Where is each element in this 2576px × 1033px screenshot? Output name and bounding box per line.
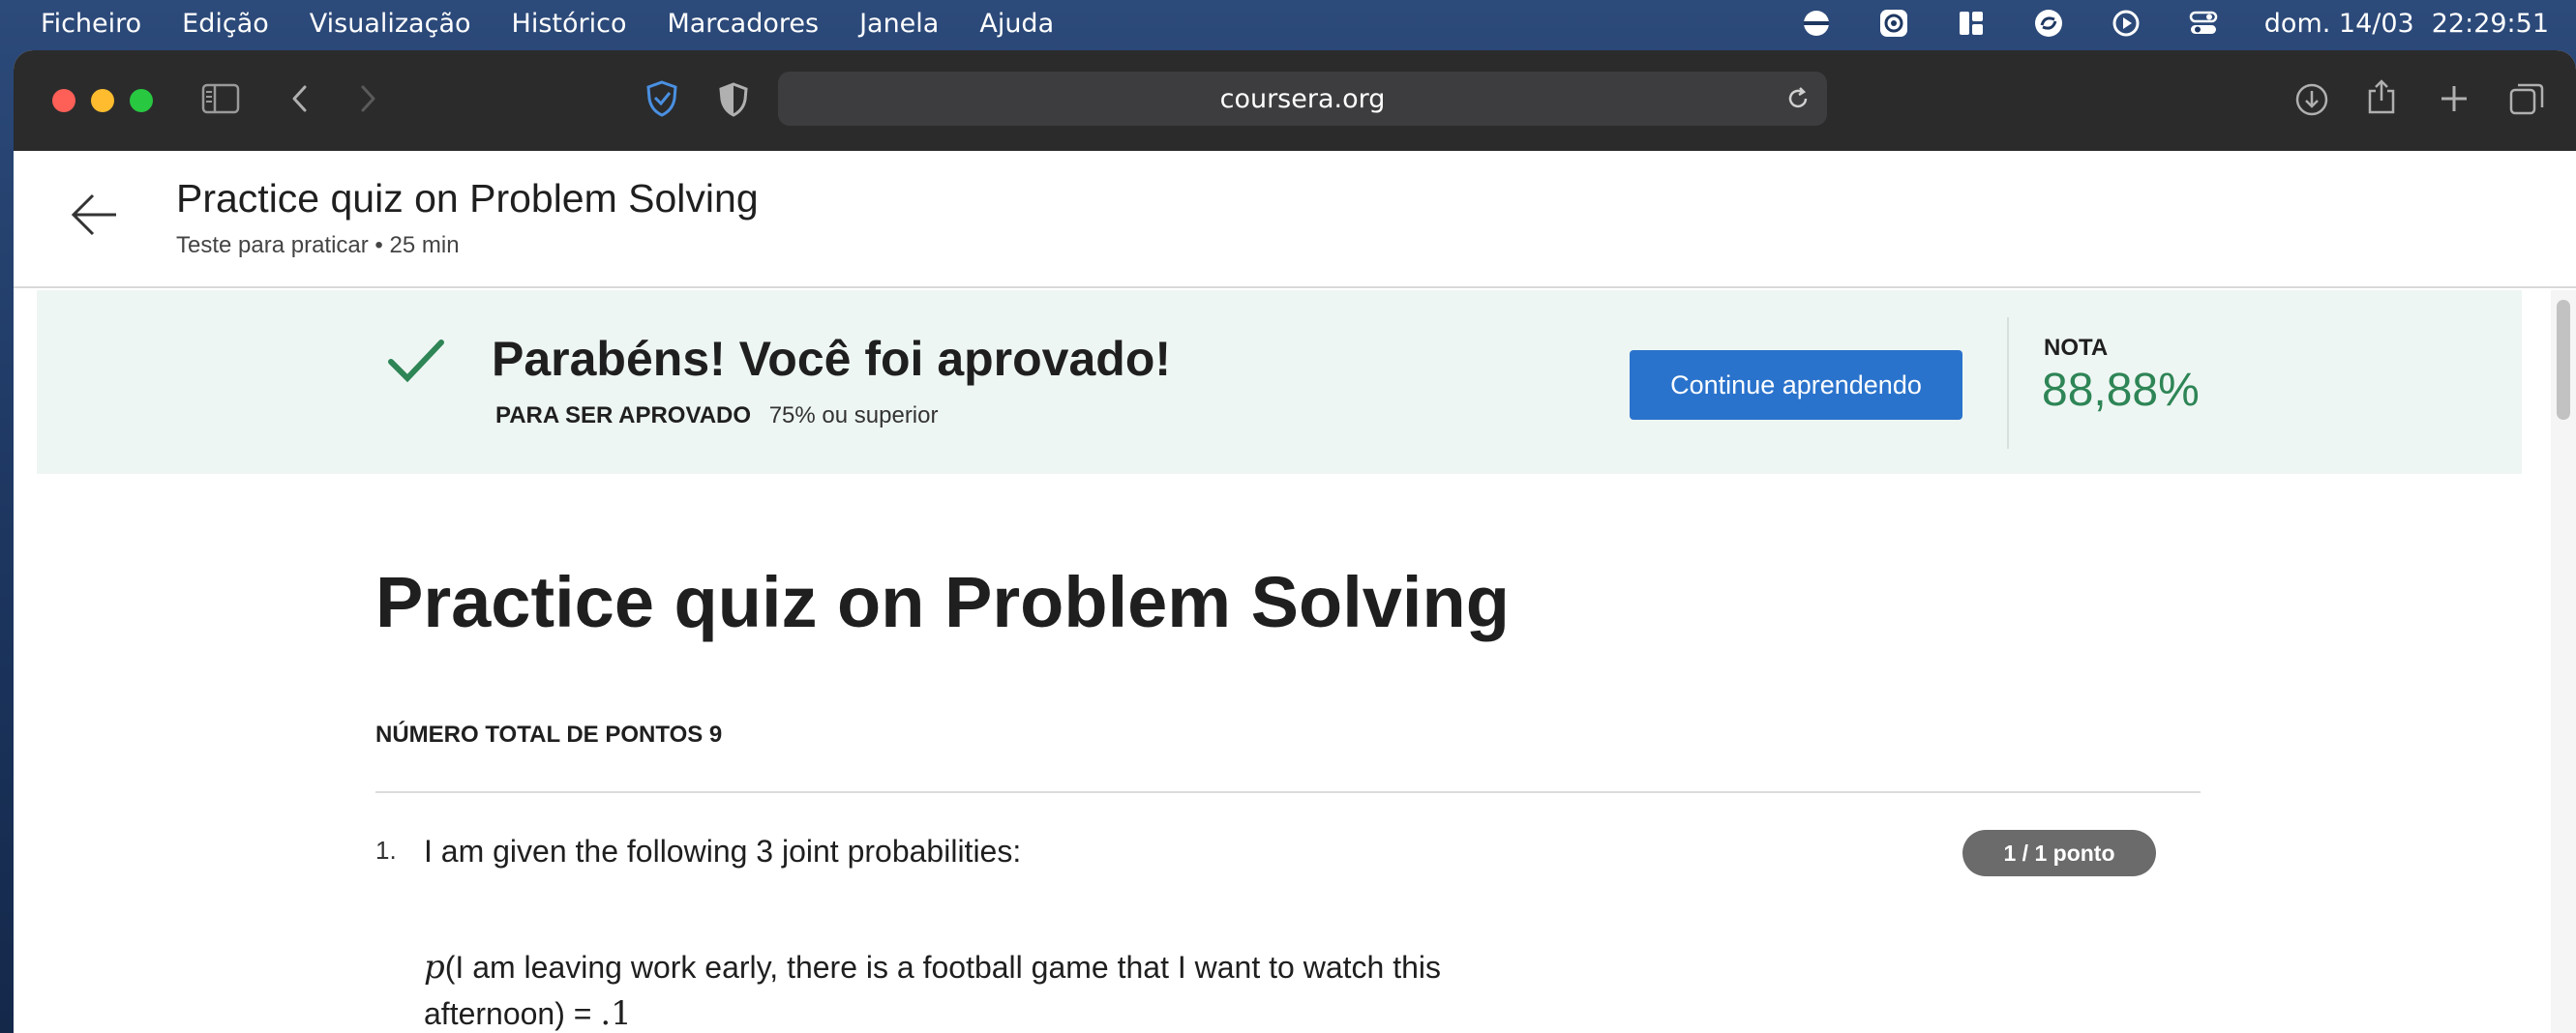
status-tray: dom. 14/03 22:29:51 (1800, 7, 2576, 40)
divider (375, 791, 2201, 793)
page-subtitle: Teste para praticar • 25 min (176, 232, 460, 258)
probability-symbol: p (424, 948, 445, 987)
scrollbar[interactable] (2551, 290, 2576, 1033)
menu-visualizacao[interactable]: Visualização (310, 9, 471, 39)
grade-label: NOTA (2044, 335, 2109, 361)
total-points: NÚMERO TOTAL DE PONTOS 9 (375, 722, 723, 748)
pass-label: PARA SER APROVADO (495, 402, 752, 428)
checkmark-icon (387, 337, 445, 389)
menu-bar: Ficheiro Edição Visualização Histórico M… (0, 0, 2576, 46)
banner-title: Parabéns! Você foi aprovado! (492, 332, 1172, 386)
scrollbar-thumb[interactable] (2557, 300, 2570, 420)
control-center-icon[interactable] (2187, 7, 2220, 40)
points-badge: 1 / 1 ponto (1962, 830, 2156, 876)
question-text: I am given the following 3 joint probabi… (424, 834, 1022, 869)
sidebar-toggle-icon[interactable] (201, 83, 240, 114)
quiz-title: Practice quiz on Problem Solving (375, 562, 1510, 642)
menu-janela[interactable]: Janela (859, 9, 939, 39)
pass-value: 75% ou superior (768, 402, 939, 428)
window-close-button[interactable] (52, 89, 75, 112)
continue-learning-button[interactable]: Continue aprendendo (1630, 350, 1962, 420)
url-text: coursera.org (1219, 83, 1386, 114)
tab-overview-icon[interactable] (2508, 81, 2545, 116)
menu-ajuda[interactable]: Ajuda (979, 9, 1054, 39)
vpn-icon[interactable] (1800, 7, 1833, 40)
window-zoom-button[interactable] (130, 89, 153, 112)
content-area: Parabéns! Você foi aprovado! PARA SER AP… (14, 290, 2576, 1033)
probability-statement: p(I am leaving work early, there is a fo… (424, 944, 1537, 1033)
clock-date: dom. 14/03 (2263, 8, 2414, 39)
menu-ficheiro[interactable]: Ficheiro (41, 9, 141, 39)
page-title: Practice quiz on Problem Solving (176, 176, 759, 221)
menu-clock[interactable]: dom. 14/03 22:29:51 (2264, 9, 2549, 39)
window-layout-icon[interactable] (1955, 7, 1988, 40)
back-nav-icon[interactable] (288, 83, 312, 114)
menu-historico[interactable]: Histórico (512, 9, 627, 39)
downloads-icon[interactable] (2293, 81, 2330, 118)
back-arrow-icon[interactable] (70, 190, 120, 244)
window-minimize-button[interactable] (91, 89, 114, 112)
reload-icon[interactable] (1784, 85, 1812, 119)
play-circle-icon[interactable] (2110, 7, 2142, 40)
clock-time: 22:29:51 (2431, 8, 2549, 39)
compass-app-icon[interactable] (1877, 7, 1910, 40)
result-banner: Parabéns! Você foi aprovado! PARA SER AP… (37, 290, 2522, 474)
menu-edicao[interactable]: Edição (182, 9, 269, 39)
new-tab-icon[interactable] (2439, 83, 2470, 114)
sync-icon[interactable] (2032, 7, 2065, 40)
forward-nav-icon[interactable] (356, 83, 379, 114)
browser-toolbar: coursera.org (14, 50, 2576, 151)
share-icon[interactable] (2365, 77, 2398, 116)
content-blocker-icon[interactable] (718, 81, 749, 118)
address-bar[interactable]: coursera.org (778, 72, 1827, 126)
banner-divider (2007, 317, 2009, 449)
page-header: Practice quiz on Problem Solving Teste p… (14, 151, 2576, 288)
privacy-shield-icon[interactable] (644, 79, 679, 118)
menu-marcadores[interactable]: Marcadores (667, 9, 819, 39)
app-menus: Ficheiro Edição Visualização Histórico M… (0, 9, 1094, 39)
browser-window: coursera.org Practice quiz on Problem So… (14, 50, 2576, 1033)
grade-value: 88,88% (2042, 365, 2200, 416)
probability-text: (I am leaving work early, there is a foo… (424, 950, 1441, 1031)
probability-value: .1 (600, 994, 632, 1033)
pass-requirement: PARA SER APROVADO 75% ou superior (495, 402, 938, 429)
question-number: 1. (375, 836, 397, 865)
